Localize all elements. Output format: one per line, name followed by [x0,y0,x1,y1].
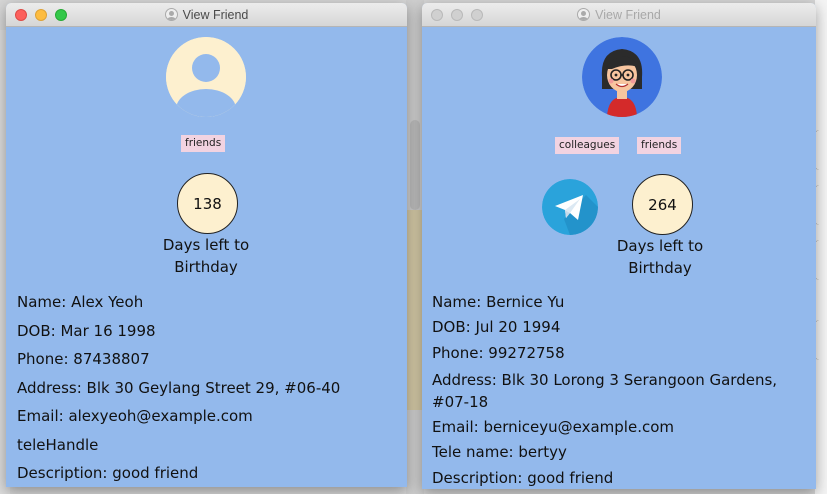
name-field: Name: Alex Yeoh [17,293,144,311]
user-icon [577,8,591,21]
telegram-icon[interactable] [542,179,598,235]
view-friend-window-alex: View Friend friends 138 Days left to Bir… [6,3,407,487]
description-field: Description: good friend [17,464,199,482]
user-icon [164,8,178,21]
description-field: Description: good friend [432,469,614,487]
zoom-button[interactable] [55,9,67,21]
phone-field: Phone: 87438807 [17,350,150,368]
birthday-countdown: 138 [177,173,238,234]
phone-field: Phone: 99272758 [432,344,565,362]
tag-friends: friends [637,137,682,154]
zoom-button[interactable] [471,9,483,21]
birthday-label: Days left to Birthday [616,237,704,277]
close-button[interactable] [15,9,27,21]
tag-friends: friends [181,135,226,152]
email-field: Email: berniceyu@example.com [432,418,674,436]
window-titlebar[interactable]: View Friend [422,3,816,27]
tele-field: Tele name: bertyy [432,443,567,461]
dob-field: DOB: Mar 16 1998 [17,322,156,340]
birthday-label: Days left to Birthday [162,236,250,276]
window-title: View Friend [164,8,248,22]
birthday-countdown: 264 [632,174,693,235]
view-friend-window-bernice: View Friend colleagues friends 264 Days … [422,3,816,489]
email-field: Email: alexyeoh@example.com [17,407,253,425]
address-field: Address: Blk 30 Geylang Street 29, #06-4… [17,379,341,397]
background-right-strip [811,0,827,494]
address-field: Address: Blk 30 Lorong 3 Serangoon Garde… [432,371,778,411]
tag-colleagues: colleagues [555,137,620,154]
default-avatar-icon [166,37,246,117]
background-scroll-thumb [410,120,420,210]
name-field: Name: Bernice Yu [432,293,565,311]
window-titlebar[interactable]: View Friend [6,3,407,27]
dob-field: DOB: Jul 20 1994 [432,318,561,336]
tele-field: teleHandle [17,436,99,454]
minimize-button[interactable] [451,9,463,21]
window-title: View Friend [577,8,661,22]
close-button[interactable] [431,9,443,21]
girl-avatar-icon [582,37,662,117]
minimize-button[interactable] [35,9,47,21]
